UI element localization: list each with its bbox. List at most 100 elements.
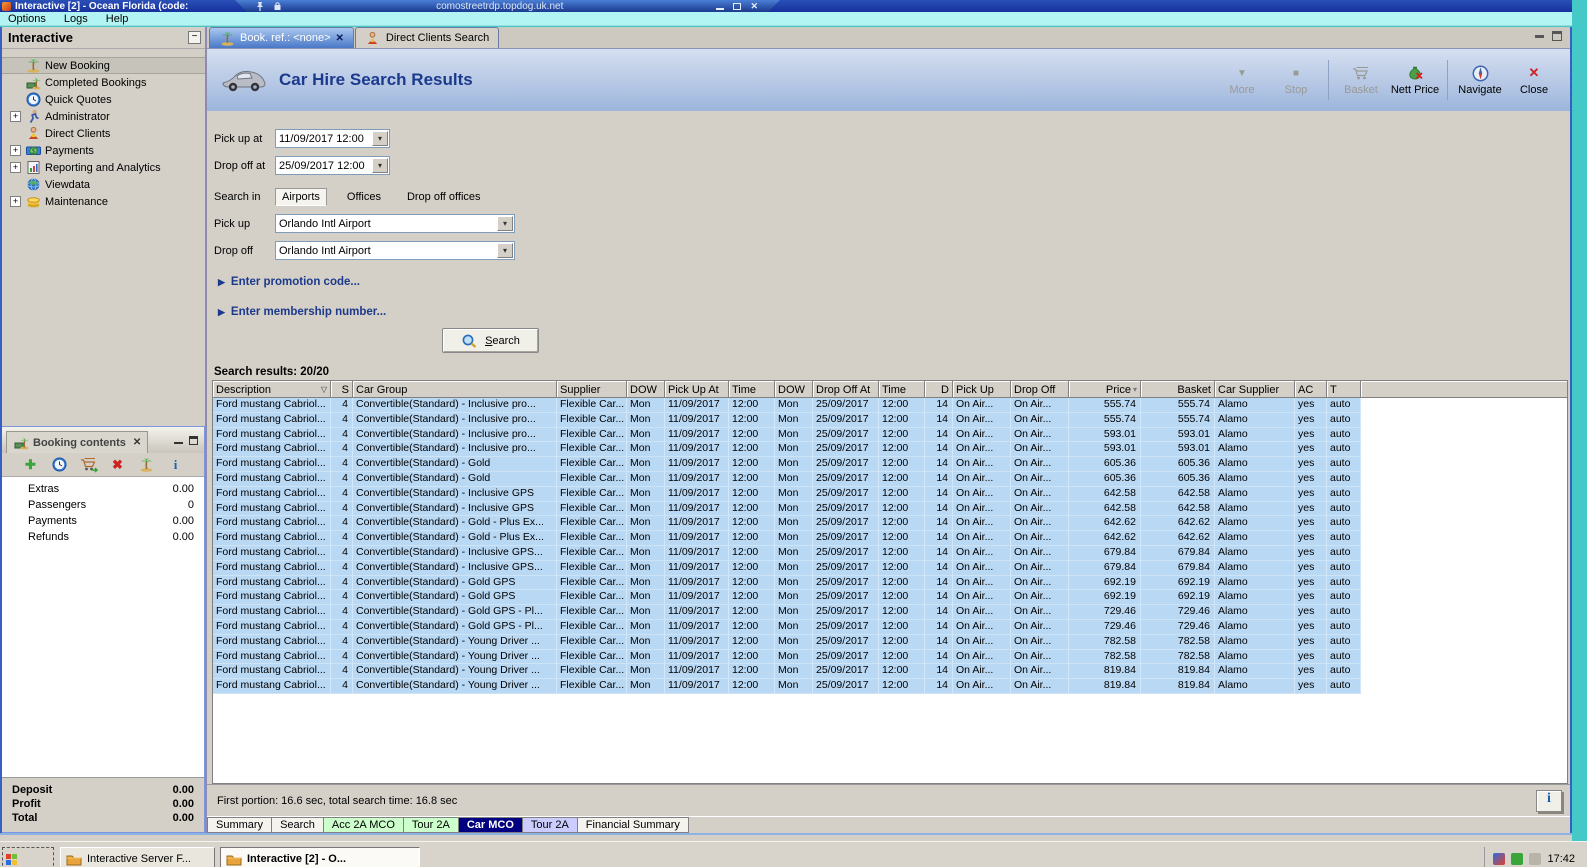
navigate-button[interactable]: Navigate bbox=[1454, 58, 1506, 102]
column-header-pick-up-at[interactable]: Pick Up At bbox=[665, 381, 729, 398]
search-button[interactable]: Search bbox=[442, 328, 539, 353]
sidebar-item-payments[interactable]: + $ Payments bbox=[2, 142, 205, 159]
rdp-close-icon[interactable]: ✕ bbox=[750, 1, 758, 11]
column-header-ac[interactable]: AC bbox=[1295, 381, 1327, 398]
column-header-drop-off-at[interactable]: Drop Off At bbox=[813, 381, 879, 398]
bottom-tab-acc-2a-mco[interactable]: Acc 2A MCO bbox=[323, 817, 404, 833]
add-icon[interactable]: ✚ bbox=[22, 456, 40, 473]
column-header-supplier[interactable]: Supplier bbox=[557, 381, 627, 398]
table-row[interactable]: Ford mustang Cabriol... 4 Convertible(Stan… bbox=[213, 471, 1567, 487]
table-row[interactable]: Ford mustang Cabriol... 4 Convertible(Stan… bbox=[213, 649, 1567, 665]
table-row[interactable]: Ford mustang Cabriol... 4 Convertible(Stan… bbox=[213, 531, 1567, 546]
search-in-offices[interactable]: Offices bbox=[341, 189, 387, 205]
column-header-dow[interactable]: DOW bbox=[775, 381, 813, 398]
delete-icon[interactable]: ✖ bbox=[109, 456, 127, 473]
rdp-minimize-icon[interactable] bbox=[716, 8, 724, 10]
bottom-tab-financial-summary[interactable]: Financial Summary bbox=[577, 817, 689, 833]
table-row[interactable]: Ford mustang Cabriol... 4 Convertible(Stan… bbox=[213, 560, 1567, 576]
search-in-dropoff-offices[interactable]: Drop off offices bbox=[401, 189, 487, 205]
search-in-airports[interactable]: Airports bbox=[275, 187, 327, 206]
sidebar-item-maintenance[interactable]: + Maintenance bbox=[2, 193, 205, 210]
pickup-select[interactable]: Orlando Intl Airport ▾ bbox=[275, 214, 515, 233]
maximize-icon[interactable] bbox=[1552, 31, 1562, 41]
column-header-pick-up[interactable]: Pick Up bbox=[953, 381, 1011, 398]
sidebar-item-viewdata[interactable]: Viewdata bbox=[2, 176, 205, 193]
table-row[interactable]: Ford mustang Cabriol... 4 Convertible(Stan… bbox=[213, 575, 1567, 591]
close-button[interactable]: ✕ Close bbox=[1508, 58, 1560, 102]
collapse-icon[interactable]: − bbox=[188, 31, 201, 44]
nett-price-button[interactable]: Nett Price bbox=[1389, 58, 1441, 102]
tray-icon[interactable] bbox=[1511, 853, 1524, 865]
close-panel-icon[interactable]: ✕ bbox=[133, 437, 141, 448]
info-button[interactable]: i bbox=[1536, 789, 1562, 812]
taskbar-button-interactive-2[interactable]: Interactive [2] - O... bbox=[220, 847, 420, 867]
pickup-at-input[interactable]: 11/09/2017 12:00 ▾ bbox=[275, 129, 390, 148]
expand-icon[interactable]: + bbox=[10, 162, 21, 173]
sidebar-item-quick-quotes[interactable]: Quick Quotes bbox=[2, 91, 205, 108]
column-header-car-supplier[interactable]: Car Supplier bbox=[1215, 381, 1295, 398]
start-button[interactable] bbox=[2, 847, 54, 867]
table-row[interactable]: Ford mustang Cabriol... 4 Convertible(Stan… bbox=[213, 427, 1567, 443]
cart-go-icon[interactable] bbox=[80, 456, 98, 473]
close-tab-icon[interactable]: ✕ bbox=[336, 33, 344, 44]
sidebar-item-new-booking[interactable]: New Booking bbox=[2, 57, 205, 74]
palm-tree-icon[interactable] bbox=[138, 456, 156, 473]
taskbar-button-interactive-server[interactable]: Interactive Server F... bbox=[60, 847, 215, 867]
dropoff-select[interactable]: Orlando Intl Airport ▾ bbox=[275, 241, 515, 260]
expand-icon[interactable]: + bbox=[10, 111, 21, 122]
table-row[interactable]: Ford mustang Cabriol... 4 Convertible(Stan… bbox=[213, 605, 1567, 620]
table-row[interactable]: Ford mustang Cabriol... 4 Convertible(Stan… bbox=[213, 398, 1567, 413]
chevron-down-icon[interactable]: ▾ bbox=[497, 243, 513, 258]
membership-number-expander[interactable]: ▶ Enter membership number... bbox=[218, 304, 1570, 320]
column-header-description[interactable]: Description ▽ bbox=[213, 381, 331, 398]
chevron-down-icon[interactable]: ▾ bbox=[372, 131, 388, 146]
column-header-car-group[interactable]: Car Group bbox=[353, 381, 557, 398]
table-row[interactable]: Ford mustang Cabriol... 4 Convertible(Stan… bbox=[213, 619, 1567, 635]
panel-minimize-icon[interactable] bbox=[174, 437, 183, 444]
info-icon[interactable]: i bbox=[167, 456, 185, 473]
booking-contents-tab[interactable]: Booking contents ✕ bbox=[6, 431, 149, 453]
table-row[interactable]: Ford mustang Cabriol... 4 Convertible(Stan… bbox=[213, 442, 1567, 458]
column-header-t[interactable]: T bbox=[1327, 381, 1361, 398]
sidebar-item-direct-clients[interactable]: Direct Clients bbox=[2, 125, 205, 142]
basket-button[interactable]: Basket bbox=[1335, 58, 1387, 102]
column-header-price[interactable]: Price ▾ bbox=[1069, 381, 1141, 398]
stop-button[interactable]: ■ Stop bbox=[1270, 58, 1322, 102]
bottom-tab-car-mco[interactable]: Car MCO bbox=[458, 817, 523, 833]
clock-icon[interactable] bbox=[51, 456, 69, 473]
table-row[interactable]: Ford mustang Cabriol... 4 Convertible(Stan… bbox=[213, 545, 1567, 561]
table-row[interactable]: Ford mustang Cabriol... 4 Convertible(Stan… bbox=[213, 412, 1567, 428]
sidebar-item-administrator[interactable]: + Administrator bbox=[2, 108, 205, 125]
rdp-restore-icon[interactable] bbox=[733, 3, 741, 10]
column-header-basket[interactable]: Basket bbox=[1141, 381, 1215, 398]
table-row[interactable]: Ford mustang Cabriol... 4 Convertible(Stan… bbox=[213, 457, 1567, 472]
chevron-down-icon[interactable]: ▾ bbox=[372, 158, 388, 173]
menu-logs[interactable]: Logs bbox=[64, 13, 88, 25]
tab-booking-ref[interactable]: Book. ref.: <none> ✕ bbox=[209, 27, 354, 48]
table-row[interactable]: Ford mustang Cabriol... 4 Convertible(Stan… bbox=[213, 679, 1567, 694]
column-header-time[interactable]: Time bbox=[879, 381, 925, 398]
bottom-tab-summary[interactable]: Summary bbox=[207, 817, 273, 833]
bottom-tab-tour-2a[interactable]: Tour 2A bbox=[403, 817, 459, 833]
more-button[interactable]: ▼ More bbox=[1216, 58, 1268, 102]
pin-icon[interactable] bbox=[255, 1, 265, 12]
tab-direct-clients-search[interactable]: Direct Clients Search bbox=[354, 27, 500, 48]
panel-maximize-icon[interactable] bbox=[189, 435, 198, 445]
filter-icon[interactable]: ▽ bbox=[321, 385, 327, 394]
expand-icon[interactable]: + bbox=[10, 145, 21, 156]
expand-icon[interactable]: + bbox=[10, 196, 21, 207]
column-header-drop-off[interactable]: Drop Off bbox=[1011, 381, 1069, 398]
bottom-tab-search[interactable]: Search bbox=[272, 817, 324, 833]
table-row[interactable]: Ford mustang Cabriol... 4 Convertible(Stan… bbox=[213, 486, 1567, 502]
table-row[interactable]: Ford mustang Cabriol... 4 Convertible(Stan… bbox=[213, 501, 1567, 517]
column-header-d[interactable]: D bbox=[925, 381, 953, 398]
bottom-tab-tour-2a[interactable]: Tour 2A bbox=[522, 817, 578, 833]
chevron-down-icon[interactable]: ▾ bbox=[497, 216, 513, 231]
dropoff-at-input[interactable]: 25/09/2017 12:00 ▾ bbox=[275, 156, 390, 175]
table-row[interactable]: Ford mustang Cabriol... 4 Convertible(Stan… bbox=[213, 664, 1567, 680]
table-row[interactable]: Ford mustang Cabriol... 4 Convertible(Stan… bbox=[213, 590, 1567, 606]
column-header-dow[interactable]: DOW bbox=[627, 381, 665, 398]
minimize-icon[interactable] bbox=[1535, 34, 1544, 38]
tray-icon[interactable] bbox=[1493, 853, 1506, 865]
table-row[interactable]: Ford mustang Cabriol... 4 Convertible(Stan… bbox=[213, 516, 1567, 532]
